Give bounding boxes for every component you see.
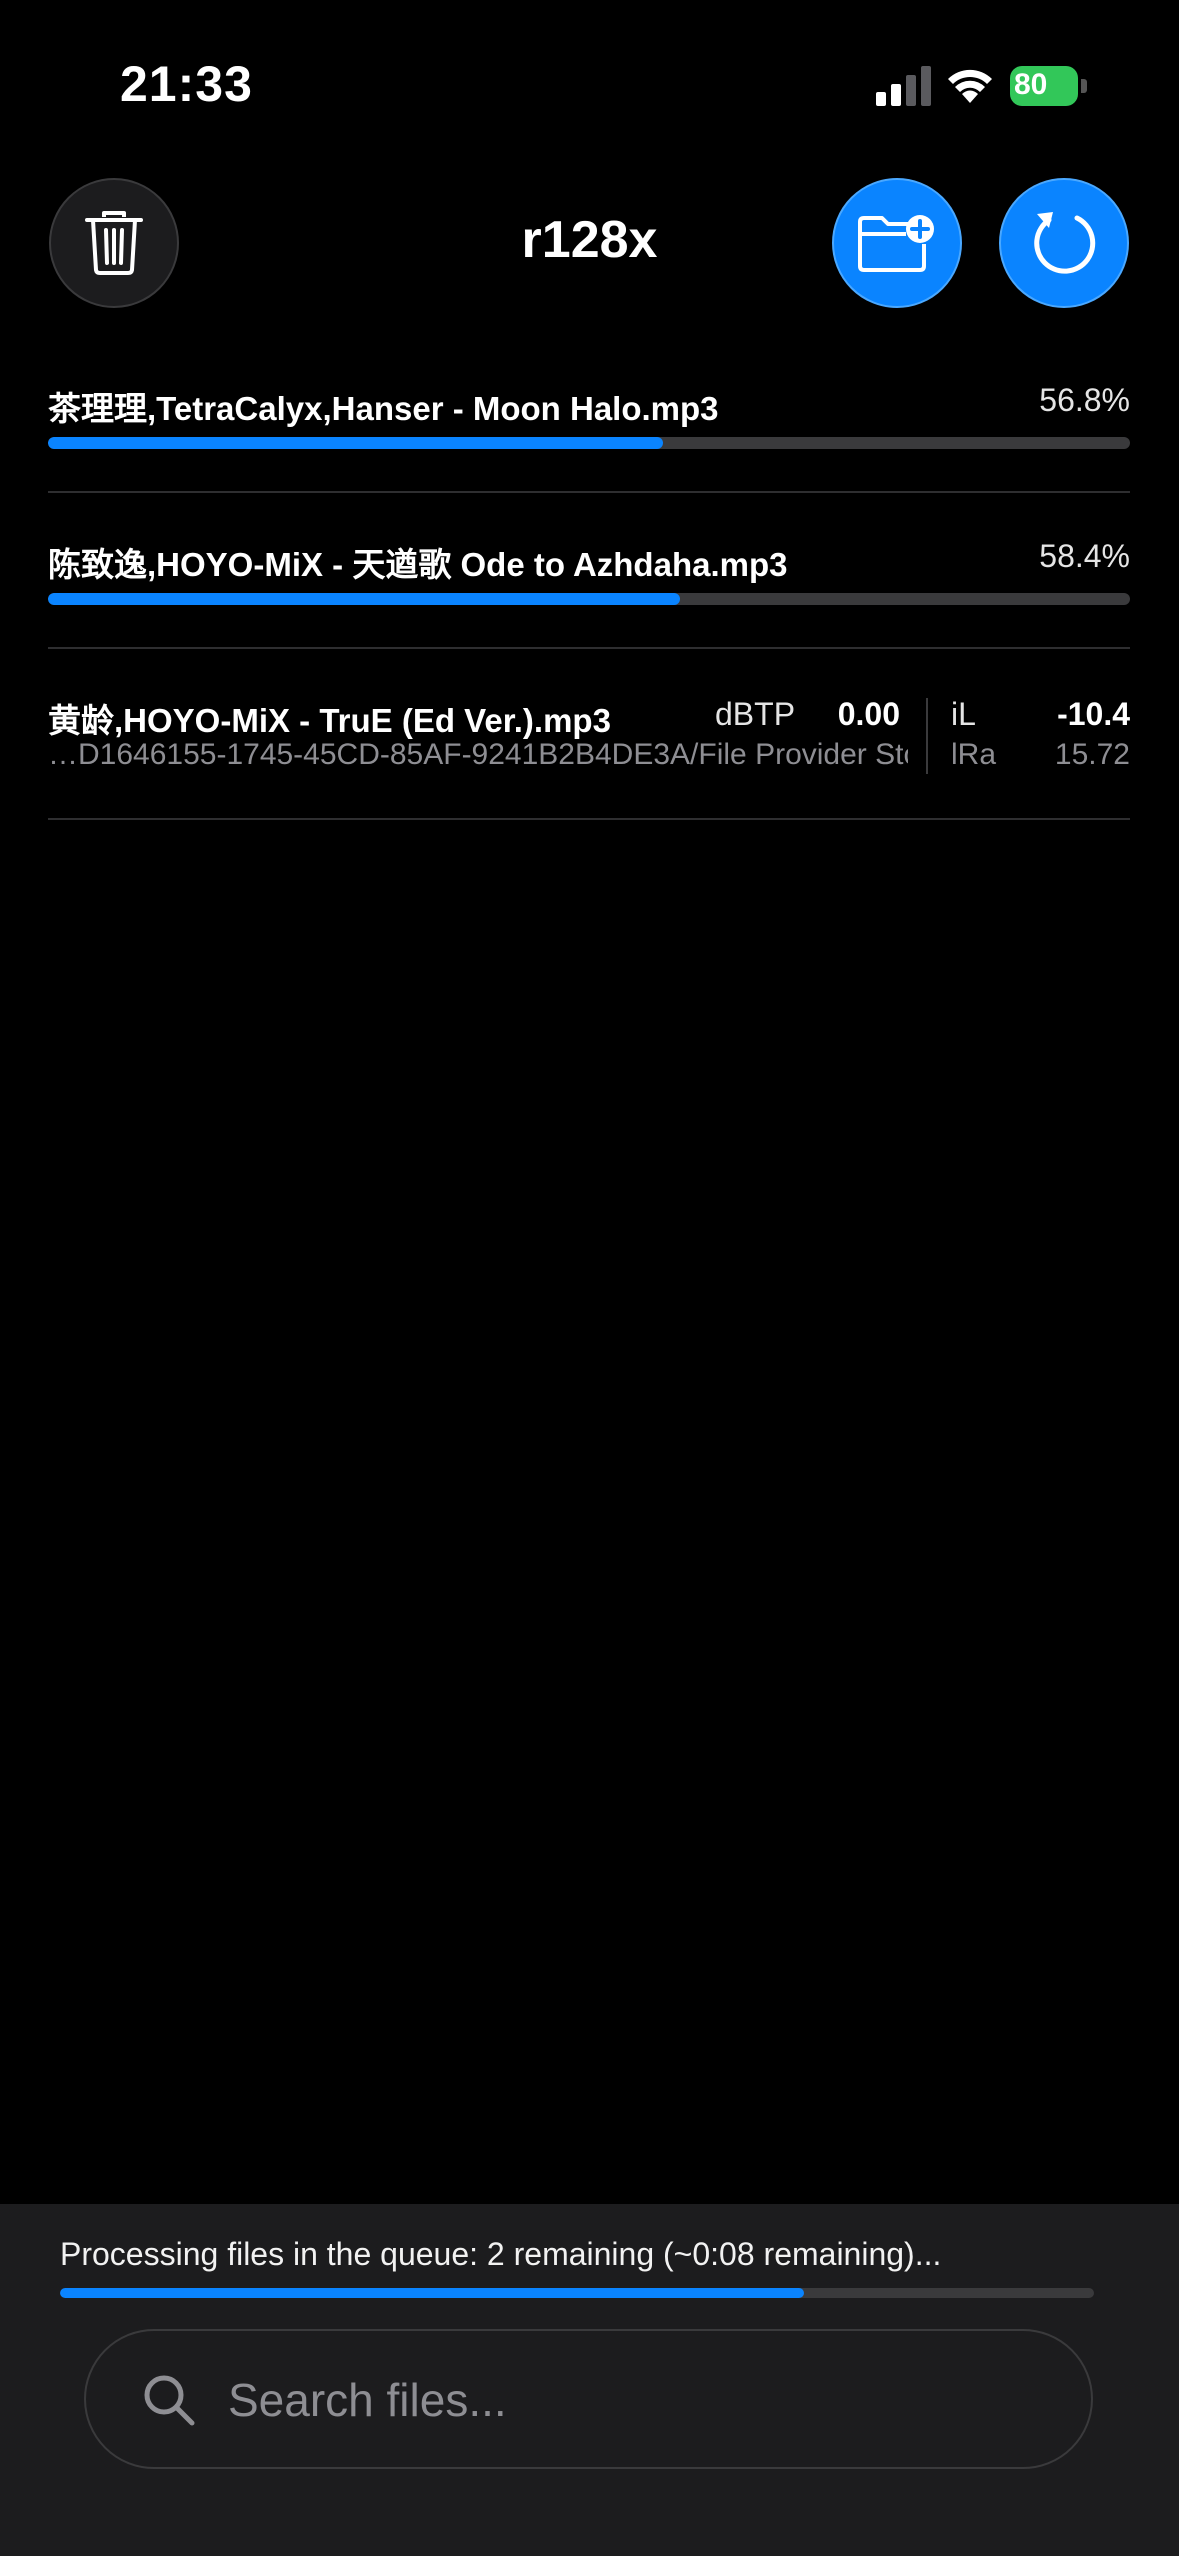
search-input[interactable] xyxy=(226,2361,1050,2439)
lra-label: lRa xyxy=(951,738,997,771)
il-label: iL xyxy=(951,696,976,732)
refresh-button[interactable] xyxy=(999,178,1129,308)
divider xyxy=(48,491,1130,493)
queue-progress-bar xyxy=(60,2288,1094,2298)
file-progress-percent: 58.4% xyxy=(1039,538,1130,574)
file-progress-bar xyxy=(48,437,1130,449)
add-folder-button[interactable] xyxy=(832,178,962,308)
queue-status-text: Processing files in the queue: 2 remaini… xyxy=(60,2236,942,2272)
file-progress-fill xyxy=(48,437,663,449)
battery-level: 80 xyxy=(1010,66,1078,106)
file-row[interactable]: 陈致逸,HOYO-MiX - 天遒歌 Ode to Azhdaha.mp3 58… xyxy=(48,538,1130,608)
column-separator xyxy=(926,698,928,774)
file-row-completed[interactable]: 黄龄,HOYO-MiX - TruE (Ed Ver.).mp3 …D16461… xyxy=(48,694,1130,784)
folder-plus-icon xyxy=(858,215,934,272)
il-value: -10.4 xyxy=(1057,696,1130,732)
file-progress-bar xyxy=(48,593,1130,605)
lra-value: 15.72 xyxy=(1054,738,1130,771)
divider xyxy=(48,647,1130,649)
status-bar: 21:33 80 xyxy=(0,0,1179,175)
status-time: 21:33 xyxy=(120,56,253,112)
wifi-icon xyxy=(948,69,992,103)
refresh-icon xyxy=(1034,212,1096,274)
battery-icon: 80 xyxy=(1010,66,1090,106)
divider xyxy=(48,818,1130,820)
file-name: 茶理理,TetraCalyx,Hanser - Moon Halo.mp3 xyxy=(48,390,719,427)
file-path: …D1646155-1745-45CD-85AF-9241B2B4DE3A/Fi… xyxy=(48,738,908,771)
search-field[interactable] xyxy=(84,2329,1093,2469)
file-progress-fill xyxy=(48,593,680,605)
file-progress-percent: 56.8% xyxy=(1039,382,1130,418)
bottom-panel: Processing files in the queue: 2 remaini… xyxy=(0,2204,1179,2556)
cellular-signal-icon xyxy=(876,66,931,106)
file-row[interactable]: 茶理理,TetraCalyx,Hanser - Moon Halo.mp3 56… xyxy=(48,382,1130,452)
dbtp-label: dBTP xyxy=(715,696,796,732)
search-icon xyxy=(144,2375,195,2426)
file-name: 黄龄,HOYO-MiX - TruE (Ed Ver.).mp3 xyxy=(48,702,611,739)
queue-progress-fill xyxy=(60,2288,805,2298)
dbtp-value: 0.00 xyxy=(837,696,900,732)
file-name: 陈致逸,HOYO-MiX - 天遒歌 Ode to Azhdaha.mp3 xyxy=(48,546,788,583)
